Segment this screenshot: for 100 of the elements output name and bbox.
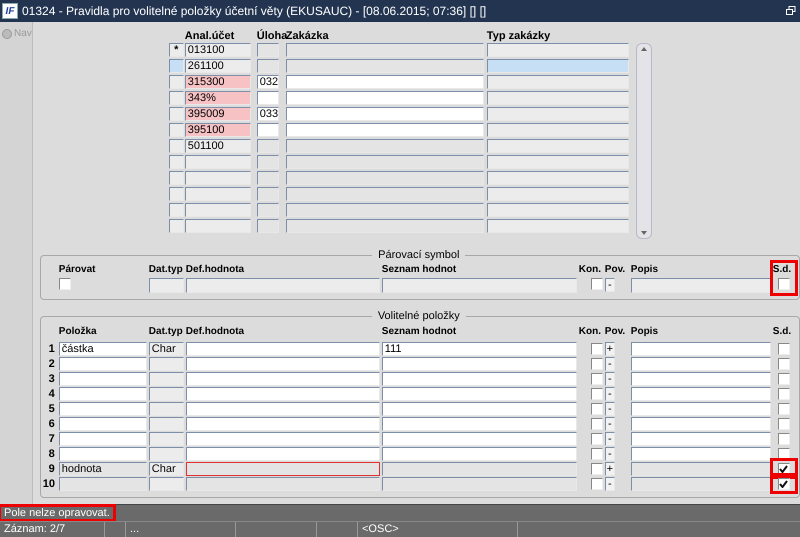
checkbox[interactable] (778, 478, 790, 490)
required-field[interactable]: - (604, 372, 615, 386)
input-field[interactable]: hodnota (58, 462, 147, 476)
checkbox[interactable] (778, 372, 790, 384)
input-field[interactable] (186, 372, 380, 386)
required-field[interactable]: - (604, 356, 615, 370)
input-field[interactable] (58, 386, 147, 400)
input-field[interactable] (58, 432, 147, 446)
input-field[interactable] (186, 386, 380, 400)
row-indicator[interactable] (168, 59, 184, 73)
required-field[interactable]: - (604, 476, 615, 490)
input-field[interactable] (382, 356, 577, 370)
checkbox[interactable] (778, 402, 790, 414)
checkbox[interactable] (590, 388, 603, 400)
input-field[interactable] (58, 416, 147, 430)
input-field[interactable] (630, 402, 771, 416)
checkbox[interactable] (778, 418, 790, 430)
checkbox[interactable] (590, 372, 603, 384)
checkbox[interactable] (778, 278, 790, 290)
checkbox[interactable] (590, 278, 603, 290)
required-field[interactable]: - (604, 416, 615, 430)
input-field[interactable] (186, 342, 380, 356)
input-field[interactable] (148, 432, 184, 446)
row-indicator[interactable]: * (168, 43, 184, 57)
required-field[interactable]: + (604, 342, 615, 356)
scrollbar[interactable] (636, 43, 652, 239)
checkbox[interactable] (590, 462, 603, 474)
input-field[interactable] (382, 462, 577, 476)
input-field[interactable] (630, 462, 771, 476)
row-indicator[interactable] (168, 107, 184, 121)
row-indicator[interactable] (168, 91, 184, 105)
input-field[interactable] (148, 278, 184, 293)
input-field[interactable] (382, 432, 577, 446)
row-indicator[interactable] (168, 203, 184, 217)
input-field[interactable] (186, 432, 380, 446)
checkbox[interactable] (778, 342, 790, 354)
input-field[interactable] (382, 386, 577, 400)
row-indicator[interactable] (168, 187, 184, 201)
required-field[interactable]: - (604, 386, 615, 400)
checkbox[interactable] (58, 278, 71, 290)
row-indicator[interactable] (168, 155, 184, 169)
checkbox[interactable] (778, 388, 790, 400)
required-field[interactable]: + (604, 462, 615, 476)
input-field[interactable] (58, 372, 147, 386)
input-field[interactable] (186, 476, 380, 490)
input-field[interactable] (148, 446, 184, 460)
required-field[interactable]: - (604, 402, 615, 416)
restore-icon[interactable] (786, 6, 796, 16)
input-field[interactable] (382, 476, 577, 490)
row-indicator[interactable] (168, 219, 184, 233)
input-field[interactable]: 111 (382, 342, 577, 356)
input-field[interactable] (58, 446, 147, 460)
checkbox[interactable] (590, 402, 603, 414)
input-field[interactable] (148, 402, 184, 416)
row-indicator[interactable] (168, 123, 184, 137)
input-field[interactable] (186, 402, 380, 416)
checkbox[interactable] (590, 432, 603, 444)
input-field[interactable] (148, 372, 184, 386)
row-indicator[interactable] (168, 75, 184, 89)
checkbox[interactable] (778, 358, 790, 370)
checkbox[interactable] (778, 462, 790, 474)
required-field[interactable]: - (604, 278, 615, 292)
input-field[interactable] (148, 416, 184, 430)
input-field[interactable] (186, 462, 380, 476)
input-field[interactable] (186, 446, 380, 460)
input-field[interactable] (630, 476, 771, 490)
input-field[interactable] (58, 402, 147, 416)
input-field[interactable]: částka (58, 342, 147, 356)
input-field[interactable] (382, 402, 577, 416)
input-field[interactable] (630, 432, 771, 446)
input-field[interactable]: Char (148, 462, 184, 476)
input-field[interactable] (186, 356, 380, 370)
input-field[interactable] (630, 446, 771, 460)
input-field[interactable] (630, 342, 771, 356)
input-field[interactable] (148, 356, 184, 370)
input-field[interactable] (186, 278, 380, 293)
checkbox[interactable] (590, 448, 603, 460)
input-field[interactable] (186, 416, 380, 430)
row-indicator[interactable] (168, 139, 184, 153)
checkbox[interactable] (590, 418, 603, 430)
input-field[interactable] (382, 278, 577, 293)
checkbox[interactable] (778, 448, 790, 460)
input-field[interactable] (382, 372, 577, 386)
input-field[interactable] (382, 446, 577, 460)
checkbox[interactable] (778, 432, 790, 444)
required-field[interactable]: - (604, 446, 615, 460)
required-field[interactable]: - (604, 432, 615, 446)
checkbox[interactable] (590, 342, 603, 354)
input-field[interactable] (148, 476, 184, 490)
input-field[interactable]: Char (148, 342, 184, 356)
input-field[interactable] (382, 416, 577, 430)
input-field[interactable] (630, 278, 771, 293)
input-field[interactable] (630, 416, 771, 430)
input-field[interactable] (630, 356, 771, 370)
checkbox[interactable] (590, 478, 603, 490)
input-field[interactable] (630, 372, 771, 386)
input-field[interactable] (58, 476, 147, 490)
input-field[interactable] (630, 386, 771, 400)
input-field[interactable] (58, 356, 147, 370)
row-indicator[interactable] (168, 171, 184, 185)
